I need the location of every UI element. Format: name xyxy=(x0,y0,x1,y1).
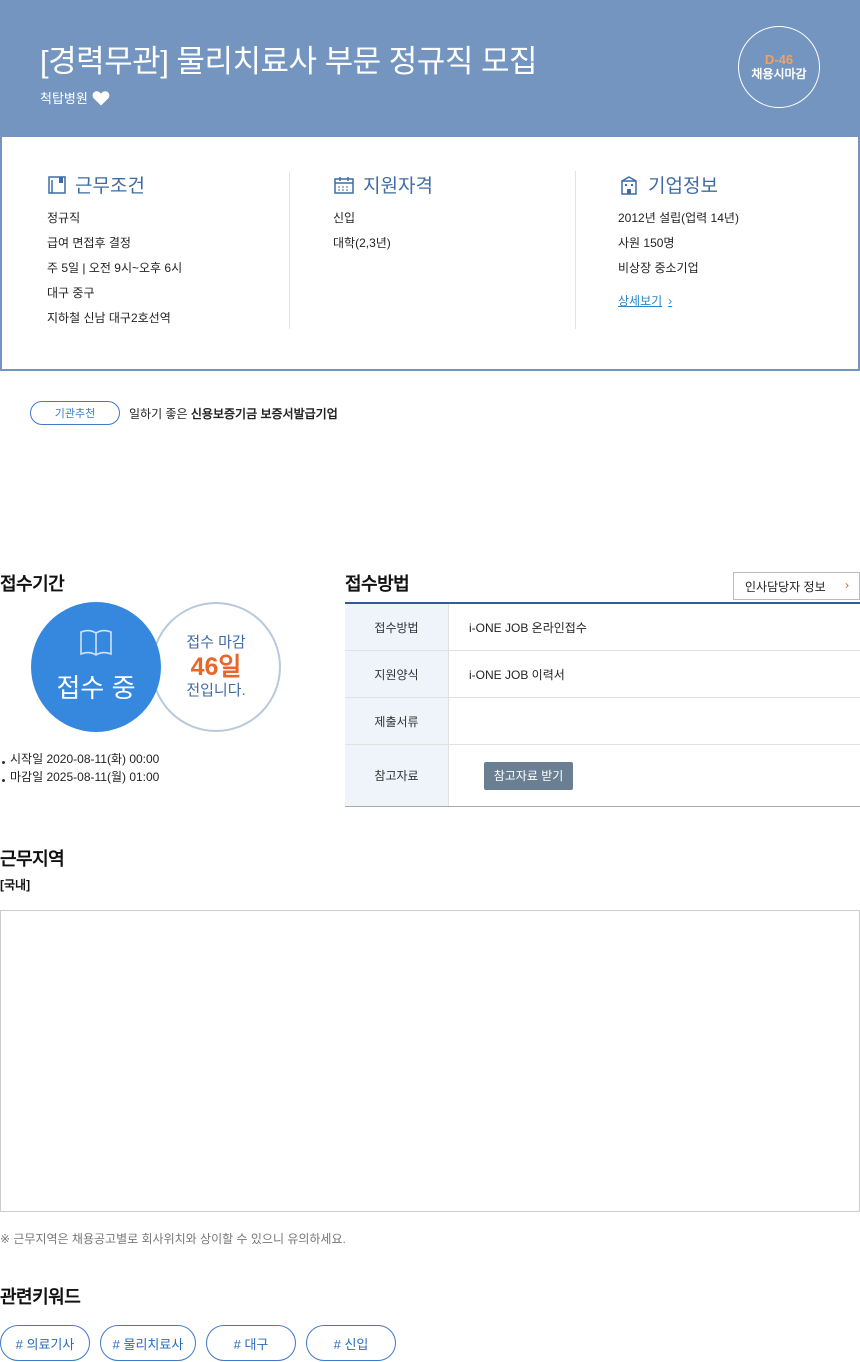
qualifications-title: 지원자격 xyxy=(363,176,433,197)
company-info-column: 기업정보 2012년 설립(업력 14년) 사원 150명 비상장 중소기업 상… xyxy=(618,171,858,329)
region-notice: ※ 근무지역은 채용공고별로 회사위치와 상이할 수 있으니 유의하세요. xyxy=(0,1232,346,1246)
dday-label: 채용시마감 xyxy=(751,66,807,81)
work-condition-item: 주 5일 | 오전 9시~오후 6시 xyxy=(47,261,183,275)
company-info-item: 비상장 중소기업 xyxy=(618,261,699,275)
work-condition-item: 대구 중구 xyxy=(47,286,95,300)
keyword-list: # 의료기사 # 물리치료사 # 대구 # 신입 xyxy=(0,1325,396,1361)
row-value: i-ONE JOB 이력서 xyxy=(469,667,565,682)
period-section-title: 접수기간 xyxy=(0,574,65,594)
company-info-item: 2012년 설립(업력 14년) xyxy=(618,211,739,225)
job-header: [경력무관] 물리치료사 부문 정규직 모집 척탑병원 D-46 채용시마감 xyxy=(0,0,860,137)
recommendation-row: 기관추천 일하기 좋은 신용보증기금 보증서발급기업 xyxy=(30,401,338,425)
keyword-tag[interactable]: # 신입 xyxy=(306,1325,396,1361)
keyword-tag[interactable]: # 물리치료사 xyxy=(100,1325,196,1361)
work-condition-item: 급여 면접후 결정 xyxy=(47,236,131,250)
chevron-right-icon: › xyxy=(668,293,673,308)
keywords-section-title: 관련키워드 xyxy=(0,1287,81,1307)
dday-badge: D-46 채용시마감 xyxy=(738,26,820,108)
heart-icon[interactable] xyxy=(92,90,110,106)
work-condition-item: 지하철 신남 대구2호선역 xyxy=(47,311,171,325)
region-section-title: 근무지역 xyxy=(0,849,65,869)
row-label: 접수방법 xyxy=(345,604,449,650)
row-value: 참고자료 받기 xyxy=(449,745,860,806)
job-title: [경력무관] 물리치료사 부문 정규직 모집 xyxy=(40,44,538,79)
column-divider xyxy=(289,171,290,329)
row-label: 제출서류 xyxy=(345,698,449,744)
recommendation-highlight: 신용보증기금 보증서발급기업 xyxy=(190,406,338,421)
company-info-title: 기업정보 xyxy=(648,176,718,197)
recommendation-text: 일하기 좋은 신용보증기금 보증서발급기업 xyxy=(129,405,338,422)
row-value xyxy=(449,698,860,744)
job-summary-box: 근무조건 정규직 급여 면접후 결정 주 5일 | 오전 9시~오후 6시 대구… xyxy=(0,137,860,371)
map-area[interactable] xyxy=(0,910,860,1212)
company-info-heading: 기업정보 xyxy=(618,171,858,198)
recommendation-prefix: 일하기 좋은 xyxy=(129,406,188,421)
table-row: 접수방법 i-ONE JOB 온라인접수 xyxy=(345,604,860,651)
start-date: 시작일 2020-08-11(화) 00:00 xyxy=(0,750,159,768)
reference-download-button[interactable]: 참고자료 받기 xyxy=(484,761,573,790)
building-icon xyxy=(618,175,640,195)
chevron-right-icon: › xyxy=(845,578,849,592)
book-icon xyxy=(47,175,67,195)
table-row: 참고자료 참고자료 받기 xyxy=(345,745,860,806)
apply-section-title: 접수방법 xyxy=(345,574,410,594)
work-conditions-column: 근무조건 정규직 급여 면접후 결정 주 5일 | 오전 9시~오후 6시 대구… xyxy=(47,171,287,329)
region-scope: [국내] xyxy=(0,878,31,892)
company-info-item: 사원 150명 xyxy=(618,236,675,250)
table-row: 지원양식 i-ONE JOB 이력서 xyxy=(345,651,860,698)
deadline-suffix: 전입니다. xyxy=(186,682,246,699)
company-name-row: 척탑병원 xyxy=(40,88,110,107)
period-dates: 시작일 2020-08-11(화) 00:00 마감일 2025-08-11(월… xyxy=(0,750,159,786)
company-name[interactable]: 척탑병원 xyxy=(40,88,88,107)
days-left: 46일 xyxy=(190,653,242,681)
qualification-item: 신입 xyxy=(333,211,356,225)
dday-count: D-46 xyxy=(764,51,794,67)
qualifications-heading: 지원자격 xyxy=(333,171,573,198)
deadline-label: 접수 마감 xyxy=(186,634,246,651)
work-conditions-title: 근무조건 xyxy=(75,176,145,197)
application-status: 접수 중 xyxy=(56,673,136,703)
work-conditions-heading: 근무조건 xyxy=(47,171,287,198)
keyword-tag[interactable]: # 의료기사 xyxy=(0,1325,90,1361)
open-book-icon xyxy=(79,629,113,662)
row-label: 참고자료 xyxy=(345,745,449,806)
calendar-icon xyxy=(333,175,355,195)
row-label: 지원양식 xyxy=(345,651,449,697)
table-row: 제출서류 xyxy=(345,698,860,745)
column-divider xyxy=(575,171,576,329)
company-detail-link[interactable]: 상세보기 › xyxy=(618,292,672,309)
row-value: i-ONE JOB 온라인접수 xyxy=(469,620,587,635)
end-date: 마감일 2025-08-11(월) 01:00 xyxy=(0,768,159,786)
keyword-tag[interactable]: # 대구 xyxy=(206,1325,296,1361)
qualifications-column: 지원자격 신입 대학(2,3년) xyxy=(333,171,573,329)
company-detail-label: 상세보기 xyxy=(618,294,663,308)
apply-method-table: 접수방법 i-ONE JOB 온라인접수 지원양식 i-ONE JOB 이력서 … xyxy=(345,602,860,807)
recommendation-badge: 기관추천 xyxy=(30,401,120,425)
hr-contact-button[interactable]: 인사담당자 정보 › xyxy=(733,572,860,600)
deadline-circle: 접수 마감 46일 전입니다. xyxy=(151,602,281,732)
hr-contact-label: 인사담당자 정보 xyxy=(745,579,826,594)
application-status-circle: 접수 중 xyxy=(31,602,161,732)
work-condition-item: 정규직 xyxy=(47,211,81,225)
qualification-item: 대학(2,3년) xyxy=(333,236,391,250)
